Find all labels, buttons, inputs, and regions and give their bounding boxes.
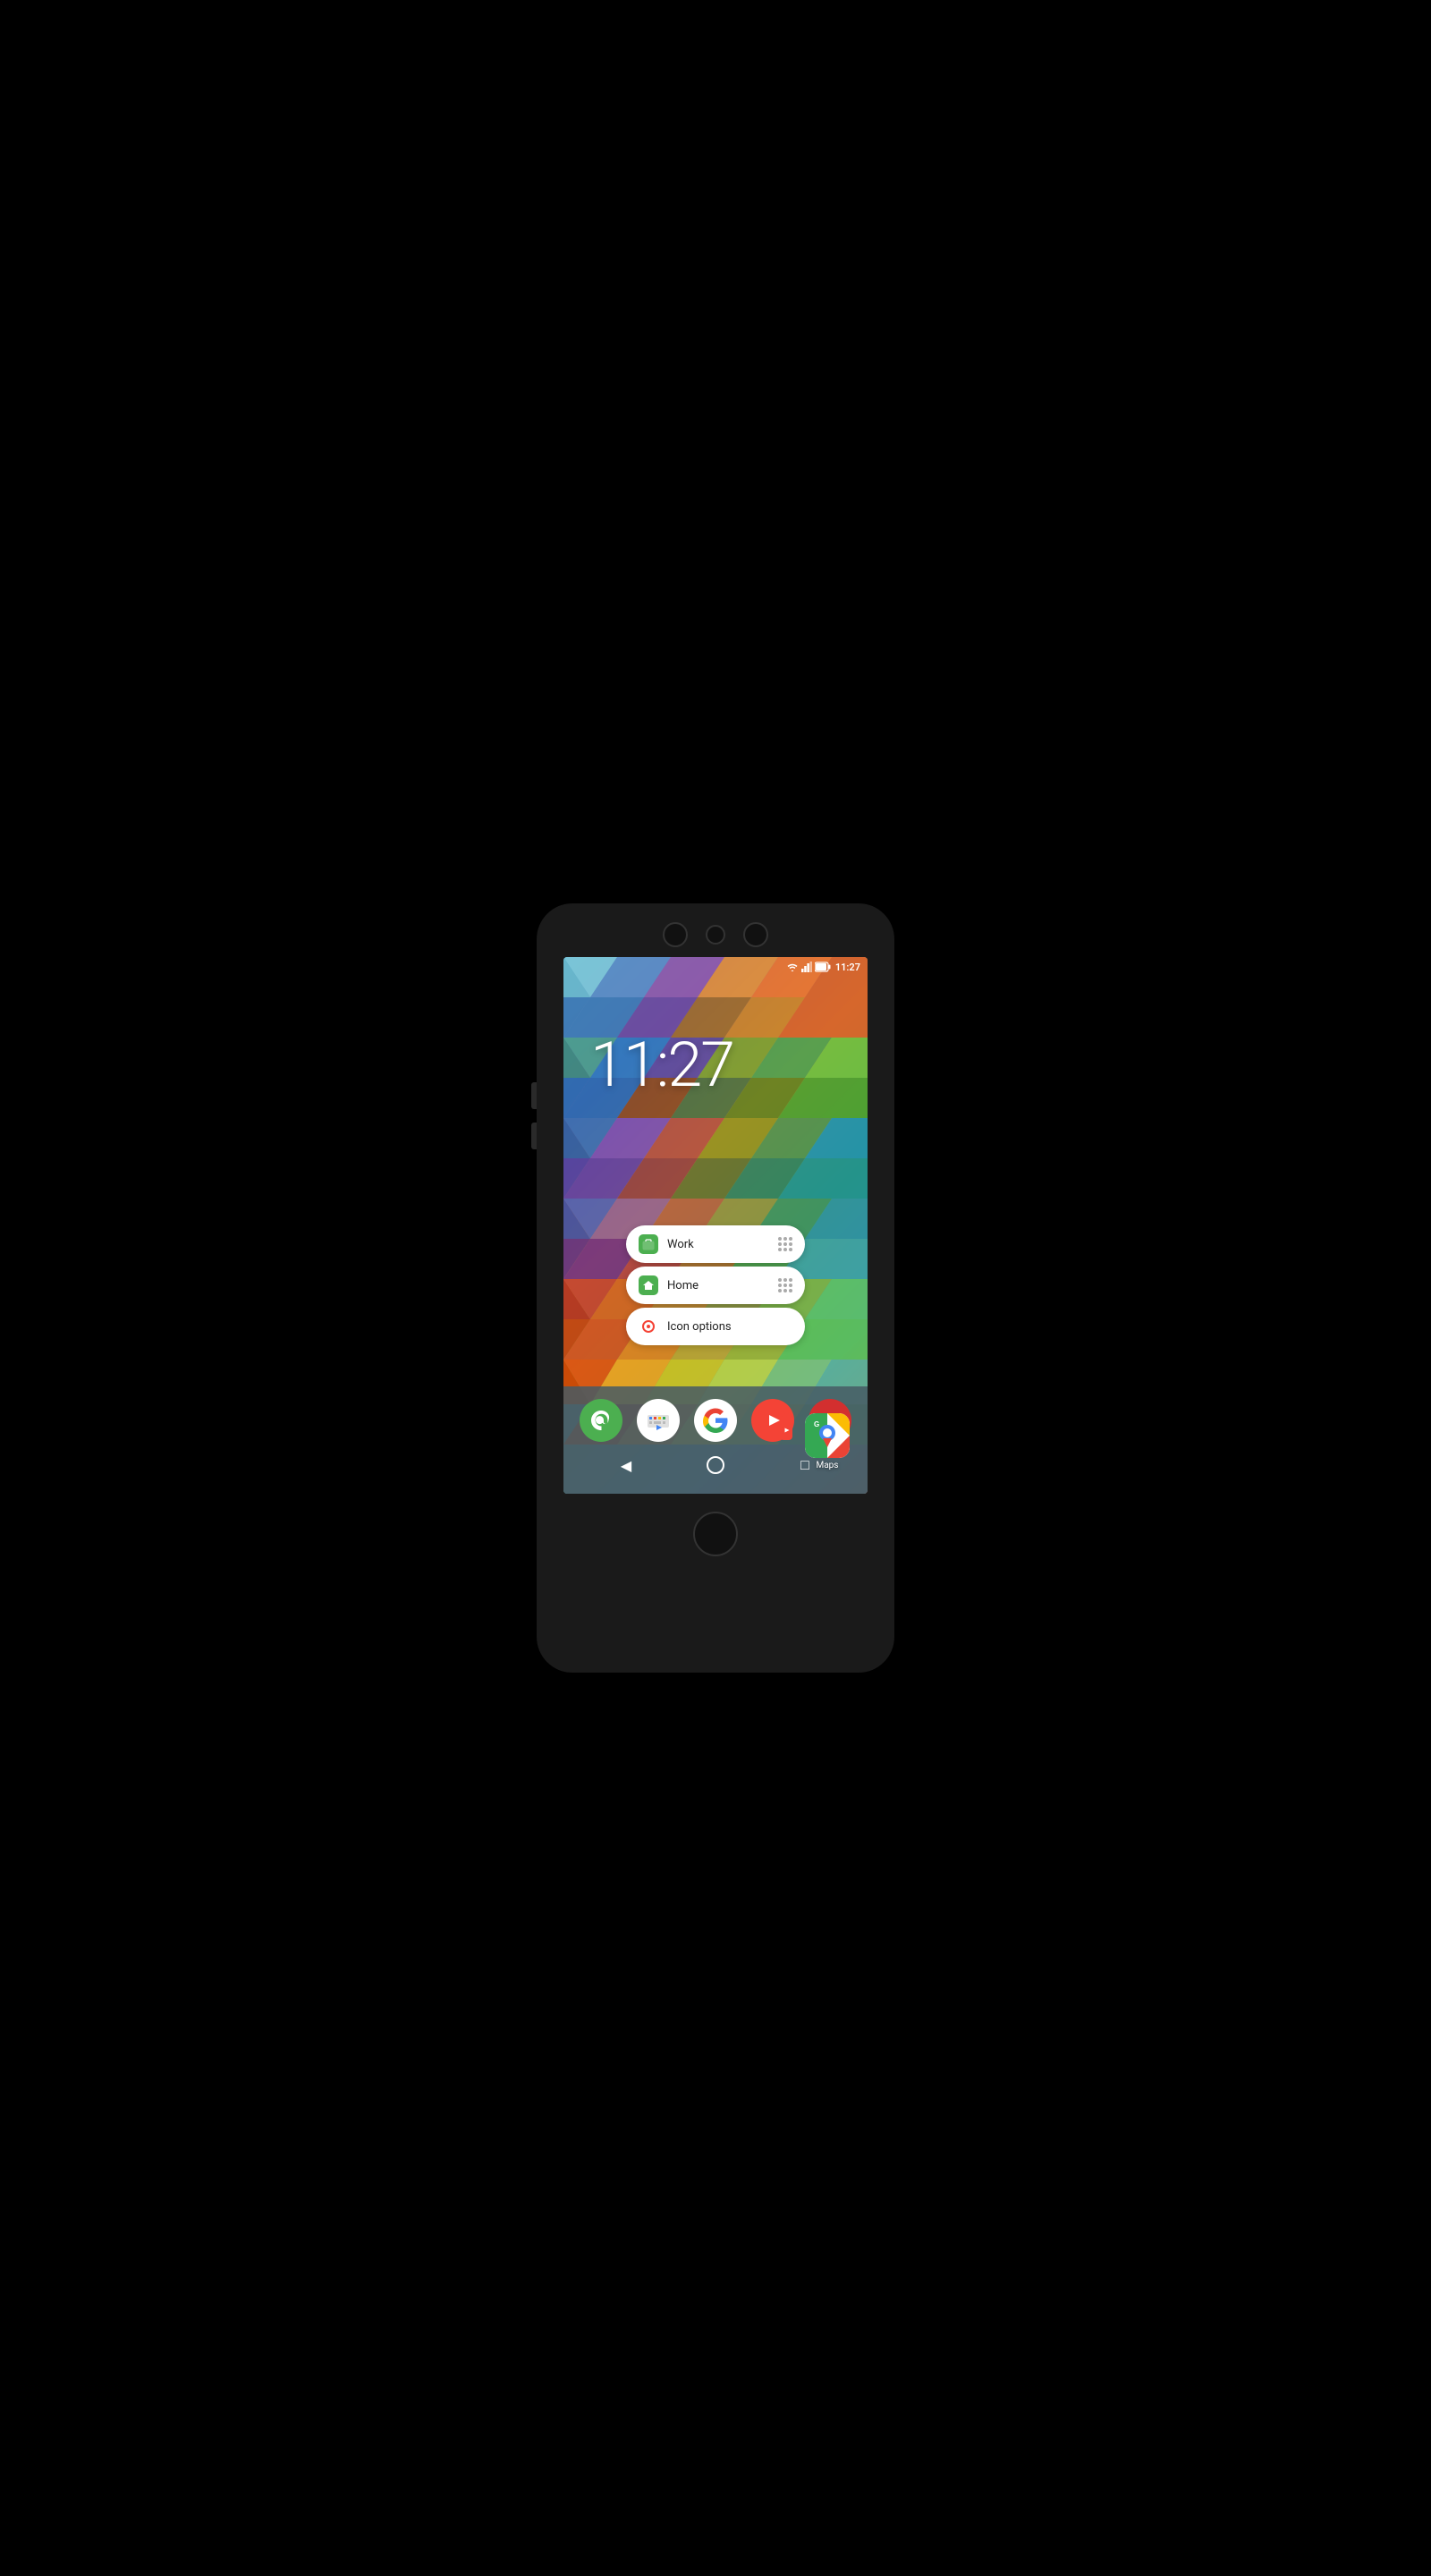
phone-device: 11:27 11:27 Work bbox=[537, 903, 894, 1673]
phone-top-bar bbox=[537, 903, 894, 957]
camera-right bbox=[743, 922, 768, 947]
dock-app-hangouts[interactable] bbox=[580, 1399, 622, 1442]
dock-app-youtube[interactable] bbox=[751, 1399, 794, 1442]
volume-up-button[interactable] bbox=[531, 1082, 537, 1109]
wifi-icon bbox=[786, 962, 799, 972]
work-label: Work bbox=[667, 1238, 778, 1251]
time-display: 11:27 bbox=[835, 962, 860, 973]
home-dots bbox=[778, 1278, 792, 1292]
home-button-nav[interactable] bbox=[702, 1452, 729, 1479]
battery-icon bbox=[815, 962, 831, 972]
menu-item-home[interactable]: Home bbox=[626, 1267, 805, 1304]
maps-app[interactable]: G Maps bbox=[805, 1413, 850, 1470]
back-button[interactable]: ◀ bbox=[613, 1452, 639, 1479]
work-icon bbox=[639, 1234, 658, 1254]
svg-text:G: G bbox=[814, 1420, 819, 1428]
volume-down-button[interactable] bbox=[531, 1123, 537, 1149]
phone-screen: 11:27 11:27 Work bbox=[563, 957, 868, 1494]
context-menu: Work Home bbox=[626, 1225, 805, 1345]
home-label: Home bbox=[667, 1279, 778, 1292]
maps-icon: G bbox=[805, 1413, 850, 1458]
status-bar: 11:27 bbox=[563, 957, 868, 977]
icon-options-label: Icon options bbox=[667, 1320, 792, 1334]
signal-icon bbox=[801, 962, 812, 972]
menu-item-work[interactable]: Work bbox=[626, 1225, 805, 1263]
camera-left bbox=[663, 922, 688, 947]
home-clock: 11:27 bbox=[563, 1029, 868, 1102]
dock-app-google[interactable] bbox=[694, 1399, 737, 1442]
camera-center bbox=[706, 925, 725, 945]
phone-bottom-bar bbox=[537, 1494, 894, 1574]
dock-app-gboard[interactable] bbox=[637, 1399, 680, 1442]
icon-options-icon bbox=[639, 1317, 658, 1336]
home-icon bbox=[639, 1275, 658, 1295]
status-icons: 11:27 bbox=[786, 962, 860, 973]
work-dots bbox=[778, 1237, 792, 1251]
physical-home-button[interactable] bbox=[693, 1512, 738, 1556]
maps-label: Maps bbox=[817, 1461, 839, 1470]
menu-item-icon-options[interactable]: Icon options bbox=[626, 1308, 805, 1345]
